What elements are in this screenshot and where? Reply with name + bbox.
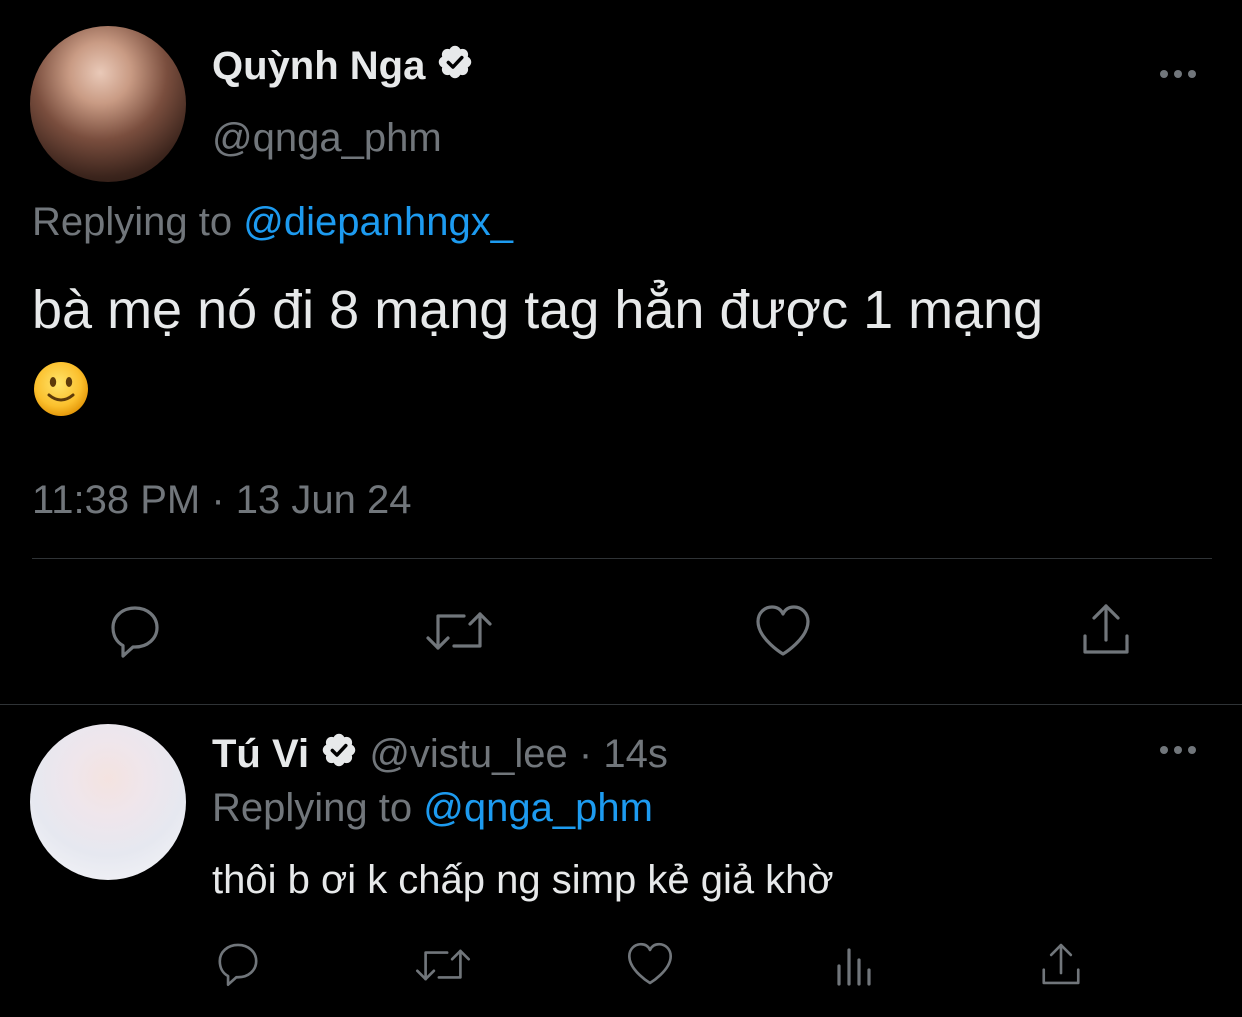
tweet-timestamp[interactable]: 11:38 PM · 13 Jun 24	[32, 476, 412, 524]
replying-label: Replying to	[32, 200, 244, 244]
author-handle[interactable]: @qnga_phm	[212, 114, 442, 162]
reply-header: Tú Vi @vistu_lee · 14s	[212, 730, 668, 780]
reply-age[interactable]: 14s	[603, 732, 668, 776]
author-name-row[interactable]: Quỳnh Nga	[212, 42, 474, 92]
like-icon[interactable]	[752, 602, 814, 665]
verified-badge-icon	[436, 44, 474, 92]
reply-separator: ·	[567, 732, 604, 776]
reply-author-name[interactable]: Tú Vi	[212, 732, 309, 776]
author-name[interactable]: Quỳnh Nga	[212, 44, 425, 88]
author-avatar[interactable]	[30, 26, 186, 182]
divider	[32, 558, 1212, 559]
reply-retweet-icon[interactable]	[414, 942, 472, 993]
replying-to: Replying to @diepanhngx_	[32, 198, 513, 246]
retweet-icon[interactable]	[424, 604, 494, 663]
tweet-emoji	[32, 360, 90, 431]
reply-replying-label: Replying to	[212, 786, 424, 830]
reply-icon[interactable]	[106, 602, 164, 665]
section-divider	[0, 704, 1242, 705]
share-icon[interactable]	[1078, 600, 1134, 663]
tweet-text: bà mẹ nó đi 8 mạng tag hẳn được 1 mạng	[32, 280, 1044, 340]
reply-author-avatar[interactable]	[30, 724, 186, 880]
slightly-smiling-face-icon	[34, 362, 88, 416]
replying-to-link[interactable]: @diepanhngx_	[243, 200, 513, 244]
reply-reply-icon[interactable]	[214, 940, 262, 993]
reply-replying-to-link[interactable]: @qnga_phm	[423, 786, 653, 830]
reply-share-icon[interactable]	[1038, 940, 1084, 993]
more-options-icon[interactable]	[1158, 62, 1198, 91]
reply-replying-to: Replying to @qnga_phm	[212, 784, 653, 832]
reply-author-handle[interactable]: @vistu_lee	[369, 732, 567, 776]
reply-text: thôi b ơi k chấp ng simp kẻ giả khờ	[212, 858, 834, 902]
reply-like-icon[interactable]	[624, 940, 676, 993]
verified-badge-icon	[320, 732, 358, 780]
reply-more-options-icon[interactable]	[1158, 738, 1198, 767]
analytics-icon[interactable]	[834, 944, 876, 993]
